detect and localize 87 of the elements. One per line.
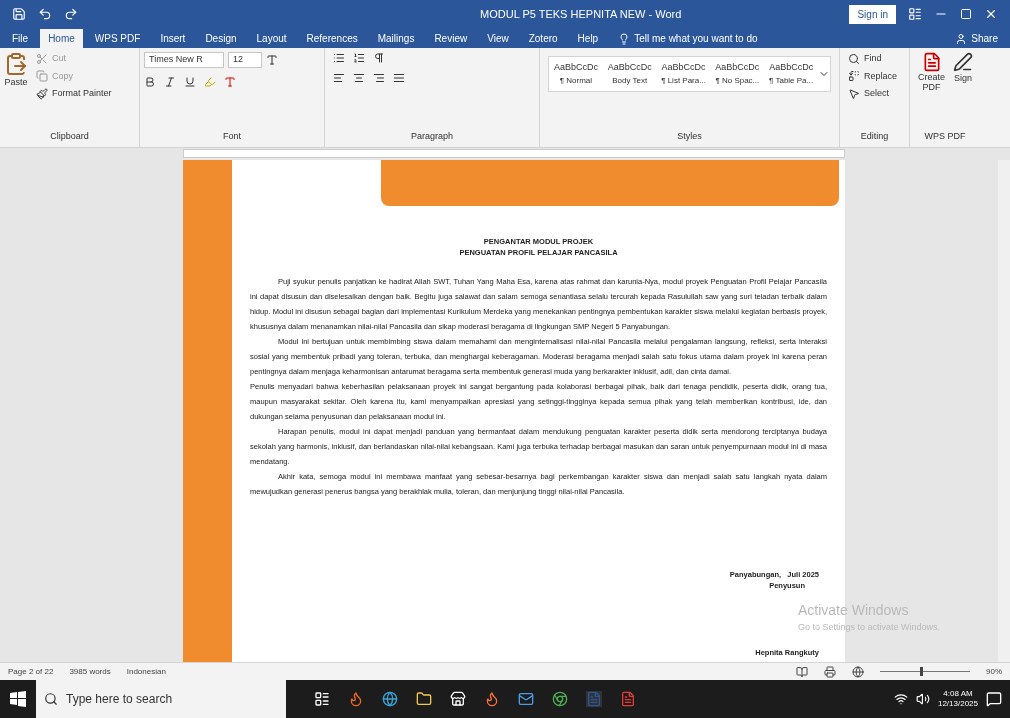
zoom-thumb[interactable] [920, 667, 924, 676]
font-color-icon[interactable] [224, 75, 236, 88]
style-gallery-item[interactable]: AaBbCcDc ¶ List Para... [656, 57, 711, 91]
browser-icon[interactable] [382, 691, 398, 707]
ribbon-tab[interactable]: Help [569, 29, 607, 48]
paintbrush-icon [36, 87, 48, 100]
print-layout-icon[interactable] [824, 665, 836, 678]
scroll-bar[interactable] [998, 160, 1010, 662]
window-title: MODUL P5 TEKS HEPNITA NEW - Word [479, 6, 683, 22]
close-icon[interactable] [984, 7, 998, 21]
sign-button[interactable]: Sign [953, 52, 973, 92]
save-icon[interactable] [12, 7, 26, 21]
ribbon-tab[interactable]: Layout [248, 29, 295, 48]
ribbon-tab[interactable]: Home [40, 29, 83, 48]
app-icon[interactable] [348, 691, 364, 707]
ribbon-tab[interactable]: File [4, 29, 37, 48]
search-icon [44, 692, 58, 706]
scissors-icon [36, 52, 48, 65]
replace-icon [848, 70, 860, 83]
mail-icon[interactable] [518, 691, 534, 707]
ribbon-tab[interactable]: References [298, 29, 366, 48]
style-gallery-item[interactable]: AaBbCcDc ¶ Normal [549, 57, 603, 91]
task-view-icon[interactable] [314, 691, 330, 707]
select-button[interactable]: Select [848, 87, 901, 101]
taskbar-search-field[interactable]: Type here to search [36, 680, 286, 718]
pen-icon [953, 52, 973, 72]
group-label: WPS PDF [923, 129, 967, 143]
clock-date[interactable]: 12/13/2025 [937, 699, 978, 709]
store-icon[interactable] [450, 691, 466, 707]
windows-start-icon[interactable] [10, 691, 26, 707]
lightbulb-icon[interactable] [618, 32, 631, 45]
ribbon-tab[interactable]: WPS PDF [86, 29, 149, 48]
clipboard-icon [4, 52, 28, 76]
web-layout-icon[interactable] [852, 665, 864, 678]
maximize-icon[interactable] [960, 8, 972, 20]
style-gallery-item[interactable]: AaBbCcDc Body Text [602, 57, 657, 91]
align-center-icon[interactable] [353, 72, 365, 84]
align-right-icon[interactable] [373, 72, 385, 84]
undo-icon[interactable] [38, 7, 52, 21]
network-icon[interactable] [893, 692, 908, 706]
ribbon-tab[interactable]: Review [426, 29, 476, 48]
bold-icon[interactable] [144, 75, 156, 88]
ribbon-display-icon[interactable] [908, 7, 922, 21]
style-gallery-item[interactable]: AaBbCcDc ¶ Table Pa... [764, 57, 819, 91]
italic-icon[interactable] [164, 75, 176, 88]
style-gallery-item[interactable]: AaBbCcDc ¶ No Spac... [710, 57, 765, 91]
font-size-field[interactable]: 12 [228, 52, 262, 68]
notifications-icon[interactable] [986, 691, 1002, 707]
word-count[interactable]: 3985 words [69, 665, 111, 678]
group-label: Clipboard [49, 129, 90, 143]
group-label: Font [222, 129, 242, 143]
create-pdf-button[interactable]: Create PDF [918, 52, 945, 92]
volume-icon[interactable] [915, 692, 930, 706]
format-painter-button[interactable]: Format Painter [36, 87, 112, 101]
justify-icon[interactable] [393, 72, 405, 84]
search-icon [848, 52, 860, 65]
paste-button[interactable]: Paste [4, 52, 28, 130]
numbering-icon[interactable] [353, 52, 365, 64]
sign-in-button[interactable]: Sign in [849, 4, 896, 24]
tell-me-field[interactable]: Tell me what you want to do [634, 31, 758, 46]
underline-icon[interactable] [184, 75, 196, 88]
ribbon-tab[interactable]: View [479, 29, 517, 48]
font-name-field[interactable]: Times New R [144, 52, 224, 68]
clock-time[interactable]: 4:08 AM [943, 689, 973, 699]
bullets-icon[interactable] [333, 52, 345, 64]
folder-icon[interactable] [416, 691, 432, 707]
ribbon-tab[interactable]: Design [197, 29, 245, 48]
page-count[interactable]: Page 2 of 22 [8, 665, 54, 678]
ribbon-tab[interactable]: Insert [152, 29, 194, 48]
replace-button[interactable]: Replace [848, 69, 901, 83]
ribbon-tab[interactable]: Zotero [520, 29, 566, 48]
copy-icon [36, 70, 48, 83]
group-label: Editing [859, 129, 890, 143]
font-grow-icon[interactable] [266, 53, 278, 66]
language-indicator[interactable]: Indonesian [126, 665, 166, 678]
pilcrow-icon[interactable] [373, 52, 385, 64]
redo-icon[interactable] [64, 7, 78, 21]
pointer-icon [848, 87, 860, 100]
find-button[interactable]: Find [848, 52, 901, 66]
ribbon-tab[interactable]: Mailings [369, 29, 423, 48]
group-label: Styles [676, 129, 703, 143]
person-icon[interactable] [955, 32, 968, 45]
share-button[interactable]: Share [971, 31, 998, 46]
group-label: Paragraph [410, 129, 454, 143]
align-left-icon[interactable] [333, 72, 345, 84]
zoom-percent[interactable]: 90% [986, 665, 1002, 678]
read-mode-icon[interactable] [796, 665, 808, 678]
